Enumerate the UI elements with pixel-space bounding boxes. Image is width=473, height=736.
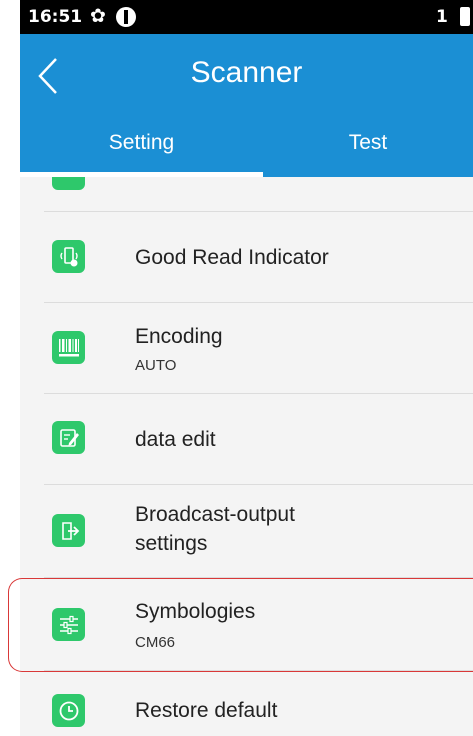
edit-icon [52,421,85,454]
list-item-good-read-indicator[interactable]: Good Read Indicator [20,212,473,302]
page-title: Scanner [190,56,303,89]
list-item-encoding[interactable]: Encoding AUTO [20,303,473,393]
encoding-label: Encoding [135,325,223,348]
restore-default-label: Restore default [135,699,278,722]
gear-icon: ✿ [90,5,106,27]
encoding-value: AUTO [135,357,177,374]
app-bar: Scanner [20,34,473,115]
list-item-broadcast-output-settings[interactable]: Broadcast-output settings [20,485,473,577]
clock-icon [52,694,85,727]
selection-highlight [8,578,473,672]
barcode-icon [52,331,85,364]
export-icon [52,514,85,547]
list-item-restore-default[interactable]: Restore default [20,671,473,736]
data-edit-label: data edit [135,428,216,451]
broadcast-output-label-line1: Broadcast-output [135,503,295,526]
partial-item-icon [52,177,85,190]
battery-icon [460,7,470,26]
good-read-indicator-icon [52,240,85,273]
status-time: 16:51 [28,7,83,27]
broadcast-output-label-line2: settings [135,532,208,555]
sim-indicator: 1 [436,7,448,27]
tab-setting[interactable]: Setting [20,131,263,155]
tab-bar: Setting Test [20,115,473,177]
list-item-data-edit[interactable]: data edit [20,394,473,484]
good-read-indicator-label: Good Read Indicator [135,246,329,269]
status-bar: 16:51 ✿ 1 [20,0,473,34]
tab-test[interactable]: Test [263,131,473,155]
data-saver-icon [116,7,136,27]
